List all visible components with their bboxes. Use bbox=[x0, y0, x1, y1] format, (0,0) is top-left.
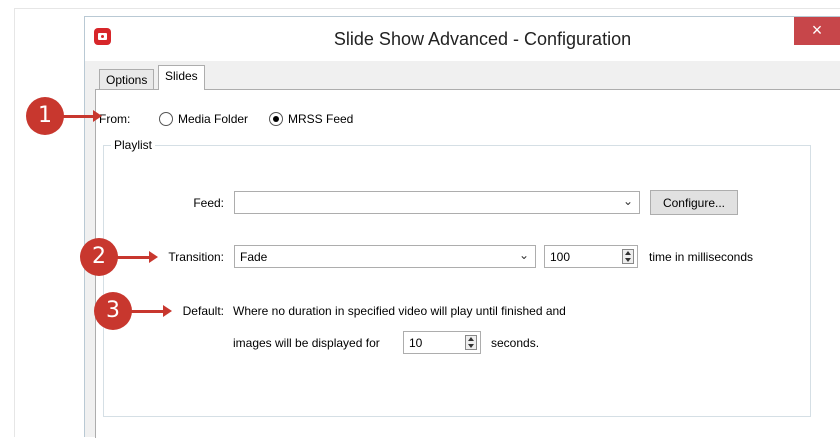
mrss-feed-label[interactable]: MRSS Feed bbox=[288, 112, 353, 126]
configure-button[interactable]: Configure... bbox=[650, 190, 738, 215]
from-label: From: bbox=[99, 112, 131, 126]
callout-arrow-2 bbox=[116, 251, 158, 263]
playlist-group-title: Playlist bbox=[111, 138, 156, 152]
callout-arrow-3 bbox=[130, 305, 172, 317]
transition-dropdown[interactable]: Fade ⌄ bbox=[234, 245, 536, 268]
frame-top-line bbox=[14, 8, 840, 9]
seconds-stepper[interactable]: 10 bbox=[403, 331, 481, 354]
feed-label: Feed: bbox=[193, 196, 224, 210]
callout-badge-3: 3 bbox=[94, 292, 132, 330]
feed-dropdown[interactable]: ⌄ bbox=[234, 191, 640, 214]
window-title: Slide Show Advanced - Configuration bbox=[333, 29, 632, 49]
transition-time-stepper[interactable]: 100 bbox=[544, 245, 638, 268]
spin-arrows-icon[interactable] bbox=[465, 335, 477, 350]
transition-value: Fade bbox=[240, 250, 268, 264]
tab-options[interactable]: Options bbox=[99, 69, 155, 89]
media-folder-radio[interactable] bbox=[159, 112, 173, 126]
seconds-suffix-label: seconds. bbox=[491, 336, 540, 350]
default-description-line2-prefix: images will be displayed for bbox=[233, 336, 380, 350]
spin-arrows-icon[interactable] bbox=[622, 249, 634, 264]
callout-badge-1: 1 bbox=[26, 97, 64, 135]
close-button[interactable]: × bbox=[794, 17, 840, 45]
chevron-down-icon: ⌄ bbox=[622, 194, 633, 208]
time-suffix-label: time in milliseconds bbox=[649, 250, 754, 264]
media-folder-label[interactable]: Media Folder bbox=[178, 112, 248, 126]
frame-left-line bbox=[14, 8, 15, 437]
tab-slides[interactable]: Slides bbox=[158, 65, 205, 90]
playlist-groupbox bbox=[103, 145, 811, 417]
default-description-line1: Where no duration in specified video wil… bbox=[233, 304, 566, 318]
transition-time-value: 100 bbox=[550, 250, 571, 264]
chevron-down-icon: ⌄ bbox=[518, 248, 529, 262]
callout-arrow-1 bbox=[62, 110, 102, 122]
seconds-value: 10 bbox=[409, 336, 423, 350]
mrss-feed-radio[interactable] bbox=[269, 112, 283, 126]
callout-badge-2: 2 bbox=[80, 238, 118, 276]
title-bar: Slide Show Advanced - Configuration × bbox=[85, 17, 840, 61]
config-window: Slide Show Advanced - Configuration × Op… bbox=[84, 16, 840, 438]
